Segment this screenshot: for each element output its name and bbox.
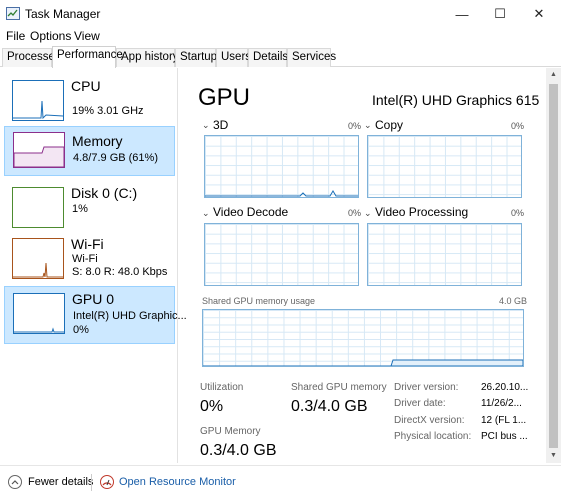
tab-processes[interactable]: Processes (2, 48, 61, 67)
shared-memory-graph-max: 4.0 GB (499, 296, 528, 306)
scroll-down-icon[interactable]: ▼ (546, 449, 561, 463)
resource-detail: 1% (72, 203, 88, 215)
physical-location-label: Physical location: (394, 431, 472, 442)
resource-list: CPU 19% 3.01 GHz Memory 4.8/7.9 GB (61%)… (0, 68, 187, 463)
gpu-adapter-name: Intel(R) UHD Graphics 615 (372, 92, 540, 108)
utilization-value: 0% (200, 398, 224, 415)
driver-date-label: Driver date: (394, 398, 446, 409)
window-title: Task Manager (25, 7, 101, 21)
menu-options[interactable]: Options (30, 29, 71, 43)
graph-engine-selector[interactable]: Video Processing (375, 205, 468, 219)
graph-percent: 0% (348, 208, 362, 218)
driver-version-label: Driver version: (394, 382, 459, 393)
gpu-graph-icon (13, 293, 65, 334)
graph-3d (204, 135, 359, 198)
shared-memory-label: Shared GPU memory (291, 382, 387, 393)
resource-item-cpu[interactable]: CPU 19% 3.01 GHz (4, 74, 175, 132)
vertical-scrollbar[interactable]: ▲ ▼ (546, 68, 561, 463)
gpu-memory-label: GPU Memory (200, 426, 261, 437)
driver-date-value: 11/26/2... (481, 398, 522, 409)
graph-video-processing (367, 223, 522, 286)
menu-view[interactable]: View (74, 29, 100, 43)
wifi-graph-icon (12, 238, 64, 279)
tab-startup[interactable]: Startup (175, 48, 217, 67)
resource-item-wifi[interactable]: Wi-Fi Wi-Fi S: 8.0 R: 48.0 Kbps (4, 232, 175, 290)
resource-name: Disk 0 (C:) (71, 185, 138, 201)
scrollbar-thumb[interactable] (549, 84, 558, 448)
directx-version-label: DirectX version: (394, 415, 465, 426)
graph-engine-selector[interactable]: Copy (375, 118, 403, 132)
utilization-label: Utilization (200, 382, 244, 393)
resource-monitor-icon[interactable] (100, 475, 114, 489)
menu-bar: File Options View (0, 28, 561, 46)
resource-detail: 19% 3.01 GHz (72, 105, 144, 117)
page-title: GPU (198, 84, 251, 111)
resource-name: Wi-Fi (71, 236, 104, 252)
task-manager-icon (6, 7, 20, 20)
shared-memory-value: 0.3/4.0 GB (291, 398, 368, 415)
resource-name: GPU 0 (72, 291, 115, 307)
resource-detail-secondary: 0% (73, 324, 89, 336)
tab-details[interactable]: Details (248, 48, 288, 67)
disk-graph-icon (12, 187, 64, 228)
gpu-memory-value: 0.3/4.0 GB (200, 442, 277, 459)
scroll-up-icon[interactable]: ▲ (546, 68, 561, 82)
fewer-details-button[interactable]: Fewer details (28, 476, 93, 488)
title-bar: Task Manager — ☐ ✕ (0, 0, 561, 28)
resource-detail: 4.8/7.9 GB (61%) (73, 152, 158, 164)
graph-engine-selector[interactable]: Video Decode (213, 205, 288, 219)
resource-item-disk[interactable]: Disk 0 (C:) 1% (4, 181, 175, 239)
resource-detail-secondary: S: 8.0 R: 48.0 Kbps (72, 266, 168, 278)
resource-item-memory[interactable]: Memory 4.8/7.9 GB (61%) (4, 126, 175, 176)
chevron-up-icon[interactable] (8, 475, 22, 489)
graph-shared-gpu-memory (202, 309, 524, 367)
shared-memory-graph-label: Shared GPU memory usage (202, 296, 316, 306)
memory-graph-icon (13, 132, 65, 168)
maximize-button[interactable]: ☐ (482, 0, 518, 28)
gpu-detail-pane: GPU Intel(R) UHD Graphics 615 ⌄ 3D 0% ⌄ … (186, 68, 546, 463)
open-resource-monitor-link[interactable]: Open Resource Monitor (119, 476, 236, 488)
resource-detail: Intel(R) UHD Graphic... (73, 310, 187, 322)
footer-divider (91, 474, 92, 491)
chevron-down-icon[interactable]: ⌄ (202, 208, 210, 219)
resource-item-gpu[interactable]: GPU 0 Intel(R) UHD Graphic... 0% (4, 286, 187, 344)
tab-users[interactable]: Users (216, 48, 251, 67)
graph-percent: 0% (511, 208, 525, 218)
graph-copy (367, 135, 522, 198)
footer-bar: Fewer details Open Resource Monitor (0, 465, 561, 500)
resource-detail: Wi-Fi (72, 253, 98, 265)
graph-video-decode (204, 223, 359, 286)
directx-version-value: 12 (FL 1... (481, 415, 527, 426)
chevron-down-icon[interactable]: ⌄ (364, 120, 372, 131)
graph-engine-selector[interactable]: 3D (213, 118, 228, 132)
tab-app-history[interactable]: App history (116, 48, 179, 67)
physical-location-value: PCI bus ... (481, 431, 528, 442)
close-button[interactable]: ✕ (521, 0, 557, 28)
graph-percent: 0% (511, 121, 525, 131)
resource-name: Memory (72, 133, 123, 149)
graph-percent: 0% (348, 121, 362, 131)
tab-performance[interactable]: Performance (52, 46, 123, 68)
driver-version-value: 26.20.10... (481, 382, 529, 393)
cpu-graph-icon (12, 80, 64, 121)
tab-bar: Processes Performance App history Startu… (0, 46, 561, 68)
tab-services[interactable]: Services (287, 48, 336, 67)
chevron-down-icon[interactable]: ⌄ (202, 120, 210, 131)
resource-name: CPU (71, 78, 101, 94)
minimize-button[interactable]: — (444, 0, 480, 28)
menu-file[interactable]: File (6, 29, 25, 43)
chevron-down-icon[interactable]: ⌄ (364, 208, 372, 219)
